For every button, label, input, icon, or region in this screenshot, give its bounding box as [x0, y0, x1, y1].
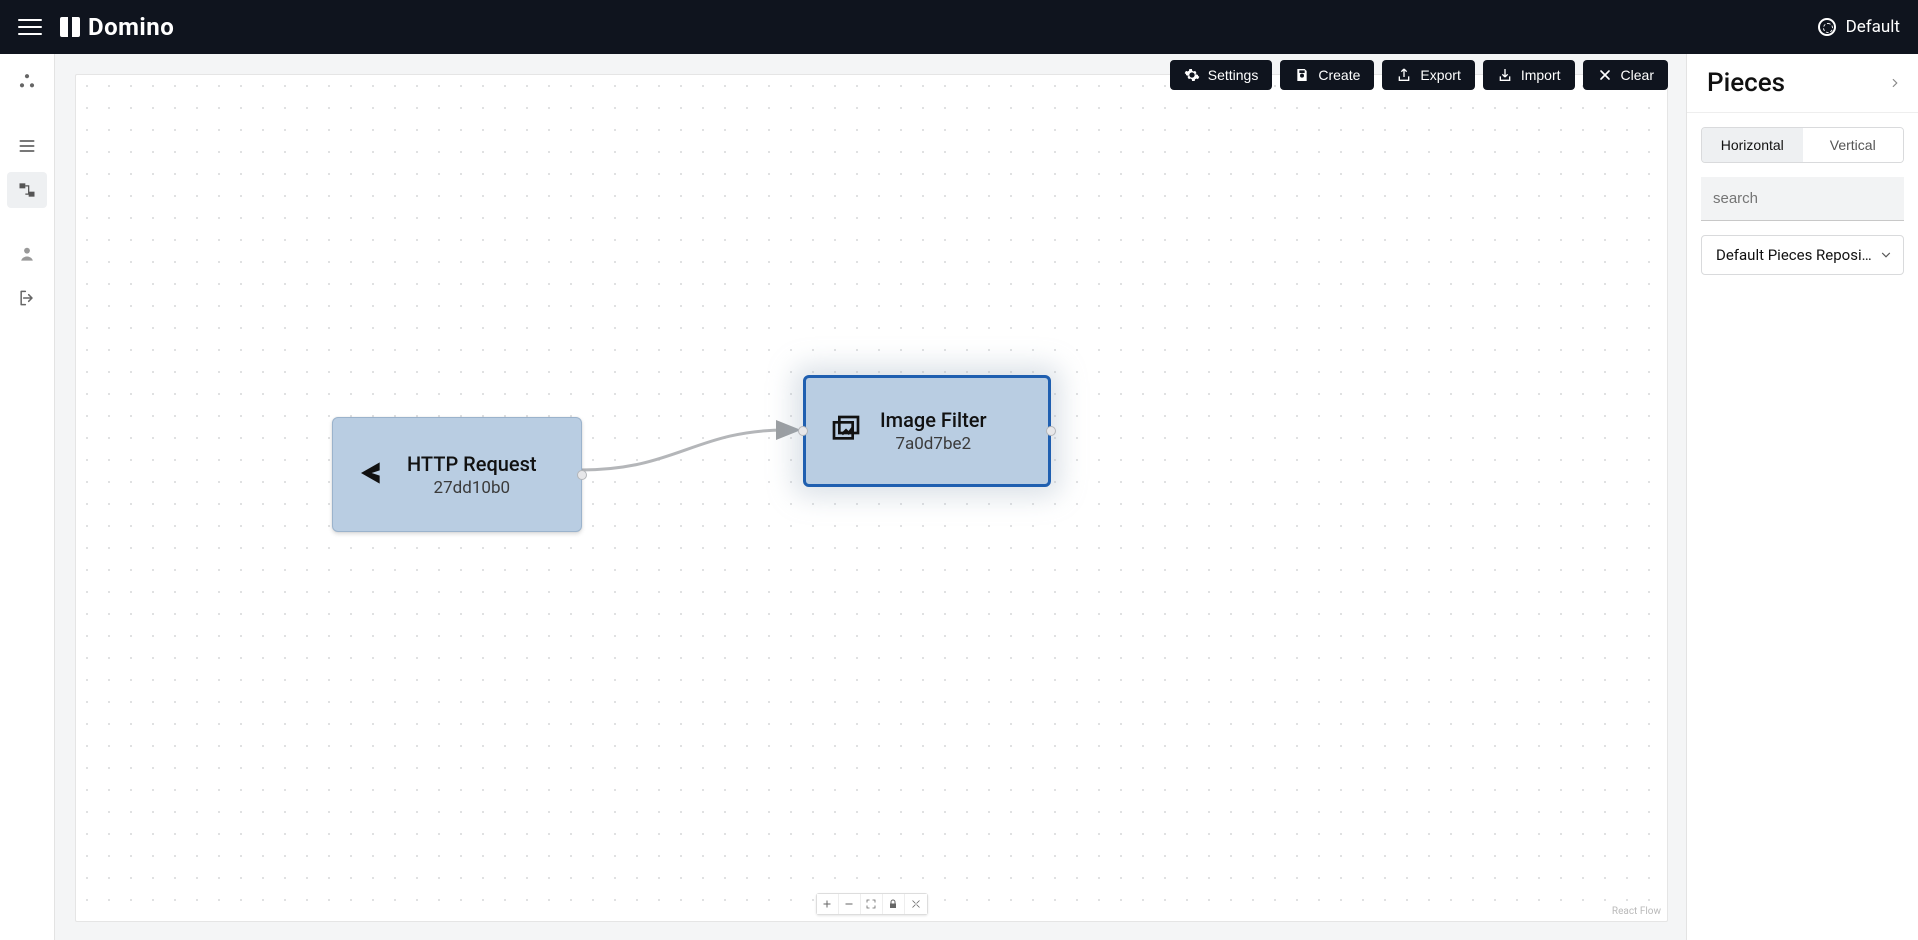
upload-icon — [1396, 67, 1412, 83]
node-input-port[interactable] — [798, 426, 808, 436]
repository-selected-label: Default Pieces Reposit… — [1716, 246, 1876, 264]
panel-header: Pieces — [1687, 54, 1918, 113]
lock-button[interactable] — [883, 894, 905, 914]
create-button[interactable]: Create — [1280, 60, 1374, 90]
clear-button[interactable]: Clear — [1583, 60, 1668, 90]
canvas-controls — [816, 893, 928, 915]
download-icon — [1497, 67, 1513, 83]
canvas-attribution: React Flow — [1612, 906, 1661, 917]
logo-mark-icon — [60, 17, 80, 37]
edge-1 — [76, 75, 1667, 921]
node-output-port[interactable] — [1046, 426, 1056, 436]
brand-name: Domino — [88, 13, 174, 41]
export-label: Export — [1420, 67, 1460, 83]
zoom-out-button[interactable] — [839, 894, 861, 914]
canvas-toolbar: Settings Create Export Import Clear — [1170, 60, 1668, 90]
main-column: Settings Create Export Import Clear — [55, 54, 1686, 940]
settings-label: Settings — [1208, 67, 1259, 83]
logout-icon — [17, 288, 37, 308]
panel-body: Horizontal Vertical Default Pieces Repos… — [1687, 113, 1918, 289]
rail-item-workflows[interactable] — [7, 64, 47, 100]
body-wrap: Settings Create Export Import Clear — [0, 54, 1918, 940]
node-id-label: 7a0d7be2 — [895, 434, 971, 454]
node-output-port[interactable] — [577, 470, 587, 480]
clear-label: Clear — [1621, 67, 1654, 83]
orientation-horizontal[interactable]: Horizontal — [1702, 128, 1803, 162]
node-text: HTTP Request 27dd10b0 — [407, 452, 537, 498]
header-left: Domino — [18, 13, 174, 41]
zoom-in-button[interactable] — [817, 894, 839, 914]
panel-title: Pieces — [1707, 68, 1785, 98]
create-label: Create — [1318, 67, 1360, 83]
gear-icon — [1184, 67, 1200, 83]
rail-item-editor[interactable] — [7, 172, 47, 208]
user-icon — [17, 244, 37, 264]
app-header: Domino Default — [0, 0, 1918, 54]
rail-item-list[interactable] — [7, 128, 47, 164]
http-icon — [357, 457, 389, 493]
pieces-panel: Pieces Horizontal Vertical Default Piece… — [1686, 54, 1918, 940]
image-stack-icon — [830, 413, 862, 449]
nodes-icon — [17, 72, 37, 92]
chevron-down-icon — [1879, 248, 1893, 262]
chevron-right-icon[interactable] — [1888, 76, 1902, 90]
workspace-label: Default — [1846, 17, 1900, 37]
node-text: Image Filter 7a0d7be2 — [880, 408, 987, 454]
node-id-label: 27dd10b0 — [434, 478, 511, 498]
fit-view-button[interactable] — [861, 894, 883, 914]
side-rail — [0, 54, 55, 940]
repository-select[interactable]: Default Pieces Reposit… — [1701, 235, 1904, 275]
orientation-toggle: Horizontal Vertical — [1701, 127, 1904, 163]
menu-icon[interactable] — [18, 15, 42, 39]
flow-node-http-request[interactable]: HTTP Request 27dd10b0 — [332, 417, 582, 532]
list-icon — [17, 136, 37, 156]
brand-logo[interactable]: Domino — [60, 13, 174, 41]
workspace-selector[interactable]: Default — [1818, 17, 1900, 37]
rail-item-user[interactable] — [7, 236, 47, 272]
node-title: HTTP Request — [407, 452, 537, 476]
node-title: Image Filter — [880, 408, 987, 432]
import-label: Import — [1521, 67, 1561, 83]
settings-button[interactable]: Settings — [1170, 60, 1273, 90]
rail-item-logout[interactable] — [7, 280, 47, 316]
export-button[interactable]: Export — [1382, 60, 1474, 90]
flow-icon — [17, 180, 37, 200]
save-icon — [1294, 67, 1310, 83]
pieces-search-input[interactable] — [1701, 177, 1904, 221]
close-icon — [1597, 67, 1613, 83]
workspace-icon — [1818, 18, 1836, 36]
import-button[interactable]: Import — [1483, 60, 1575, 90]
flow-node-image-filter[interactable]: Image Filter 7a0d7be2 — [803, 375, 1051, 487]
orientation-vertical[interactable]: Vertical — [1803, 128, 1904, 162]
collapse-button[interactable] — [905, 894, 927, 914]
canvas-outer: HTTP Request 27dd10b0 Image Filter 7a0d7… — [55, 54, 1686, 940]
flow-canvas[interactable]: HTTP Request 27dd10b0 Image Filter 7a0d7… — [75, 74, 1668, 922]
